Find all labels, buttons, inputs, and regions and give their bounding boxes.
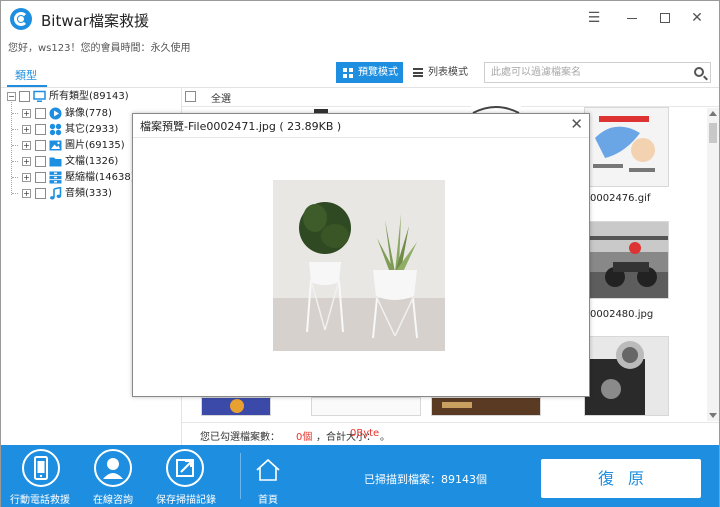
search-input[interactable] — [491, 65, 681, 80]
tree-root-checkbox[interactable] — [19, 91, 30, 102]
home-label: 首頁 — [258, 495, 278, 506]
video-icon — [49, 107, 62, 120]
scroll-up-icon[interactable] — [709, 111, 717, 116]
music-icon — [49, 186, 62, 200]
tree-item-label: 文檔(1326) — [65, 156, 119, 167]
restore-button[interactable]: 復原 — [541, 459, 701, 498]
tree-item-label: 圖片(69135) — [65, 140, 125, 151]
search-box — [484, 62, 711, 83]
save-scan-label: 保存掃描記錄 — [156, 495, 216, 506]
tab-type[interactable]: 類型 — [15, 67, 37, 83]
expand-icon[interactable]: + — [22, 141, 31, 150]
status-suffix: 。 — [380, 432, 390, 443]
select-all-label: 全選 — [211, 94, 231, 105]
file-thumbnail[interactable] — [584, 336, 669, 416]
search-icon[interactable] — [694, 67, 704, 77]
list-icon — [413, 68, 423, 77]
tree-item-label: 壓縮檔(14638) — [65, 172, 135, 183]
tree-item-checkbox[interactable] — [35, 172, 46, 183]
export-icon — [166, 449, 204, 487]
online-consult-button[interactable]: 在線咨詢 — [83, 445, 143, 507]
expand-icon[interactable]: + — [22, 189, 31, 198]
file-thumbnail[interactable] — [584, 221, 669, 299]
tree-item-label: 錄像(778) — [65, 108, 112, 119]
app-title: Bitwar檔案救援 — [41, 12, 149, 30]
app-window: Bitwar檔案救援 ☰ ✕ 您好，ws123！您的會員時間：永久使用 類型 預… — [0, 0, 720, 507]
archive-icon — [49, 171, 62, 184]
phone-icon — [22, 449, 60, 487]
folder-icon — [49, 155, 62, 168]
preview-mode-label: 預覽模式 — [358, 67, 398, 78]
tree-item-checkbox[interactable] — [35, 188, 46, 199]
bitwar-logo-icon — [10, 8, 32, 30]
bottom-bar: 行動電話救援 在線咨詢 保存掃描記錄 首頁 已掃描到檔案：89143個 復原 — [1, 445, 719, 507]
tree-item-checkbox[interactable] — [35, 124, 46, 135]
tree-root-label: 所有類型(89143) — [49, 91, 129, 102]
tree-item-checkbox[interactable] — [35, 140, 46, 151]
online-consult-label: 在線咨詢 — [93, 495, 133, 506]
mobile-recovery-button[interactable]: 行動電話救援 — [1, 445, 81, 507]
mobile-recovery-label: 行動電話救援 — [10, 495, 70, 506]
file-thumbnail[interactable] — [311, 397, 421, 416]
selection-status: 您已勾選檔案數： 0個 ，合計大小： 0Byte 。 — [182, 422, 719, 445]
scanned-count: 已掃描到檔案：89143個 — [364, 473, 487, 486]
user-icon — [94, 449, 132, 487]
expand-icon[interactable]: + — [22, 173, 31, 182]
menu-icon[interactable]: ☰ — [586, 10, 602, 26]
expand-icon[interactable]: + — [22, 109, 31, 118]
expand-icon[interactable]: + — [22, 125, 31, 134]
close-icon[interactable]: ✕ — [570, 115, 583, 133]
tree-root[interactable]: − 所有類型(89143) — [1, 89, 181, 104]
preview-mode-button[interactable]: 預覽模式 — [336, 62, 403, 83]
expand-icon[interactable]: + — [22, 157, 31, 166]
file-thumbnail[interactable] — [201, 397, 271, 416]
bottom-divider — [240, 453, 241, 499]
other-icon — [49, 123, 62, 136]
tree-item-checkbox[interactable] — [35, 156, 46, 167]
status-prefix: 您已勾選檔案數： — [200, 432, 280, 443]
computer-icon — [33, 90, 46, 103]
home-icon — [255, 458, 281, 485]
user-info: 您好，ws123！您的會員時間：永久使用 — [8, 43, 191, 54]
list-mode-label: 列表模式 — [428, 67, 468, 78]
close-icon[interactable]: ✕ — [689, 10, 705, 26]
vertical-scrollbar[interactable] — [707, 108, 719, 421]
file-thumbnail[interactable] — [584, 107, 669, 187]
status-count: 0個 — [296, 432, 313, 443]
file-name: 0002476.gif — [590, 193, 651, 204]
title-bar: Bitwar檔案救援 ☰ ✕ — [1, 1, 719, 36]
collapse-icon[interactable]: − — [7, 92, 16, 101]
grid-icon — [343, 68, 353, 78]
tree-item-checkbox[interactable] — [35, 108, 46, 119]
select-all-checkbox[interactable] — [185, 91, 196, 102]
file-preview-dialog: 檔案預覽-File0002471.jpg ( 23.89KB ) ✕ — [132, 113, 590, 397]
divider — [133, 137, 589, 138]
file-thumbnail[interactable] — [431, 397, 541, 416]
file-name: 0002480.jpg — [590, 309, 654, 320]
maximize-icon[interactable] — [657, 10, 673, 26]
image-icon — [49, 139, 62, 152]
scroll-down-icon[interactable] — [709, 413, 717, 418]
home-button[interactable]: 首頁 — [251, 445, 285, 507]
save-scan-button[interactable]: 保存掃描記錄 — [153, 445, 223, 507]
scroll-thumb[interactable] — [709, 123, 717, 143]
dialog-title: 檔案預覽-File0002471.jpg ( 23.89KB ) — [140, 120, 342, 133]
select-all-row: 全選 — [182, 88, 719, 107]
list-mode-button[interactable]: 列表模式 — [410, 62, 475, 83]
tree-item-label: 其它(2933) — [65, 124, 119, 135]
tree-item-label: 音頻(333) — [65, 188, 112, 199]
minimize-icon[interactable] — [624, 10, 640, 26]
status-size: 0Byte — [350, 428, 380, 439]
preview-image — [273, 180, 445, 351]
